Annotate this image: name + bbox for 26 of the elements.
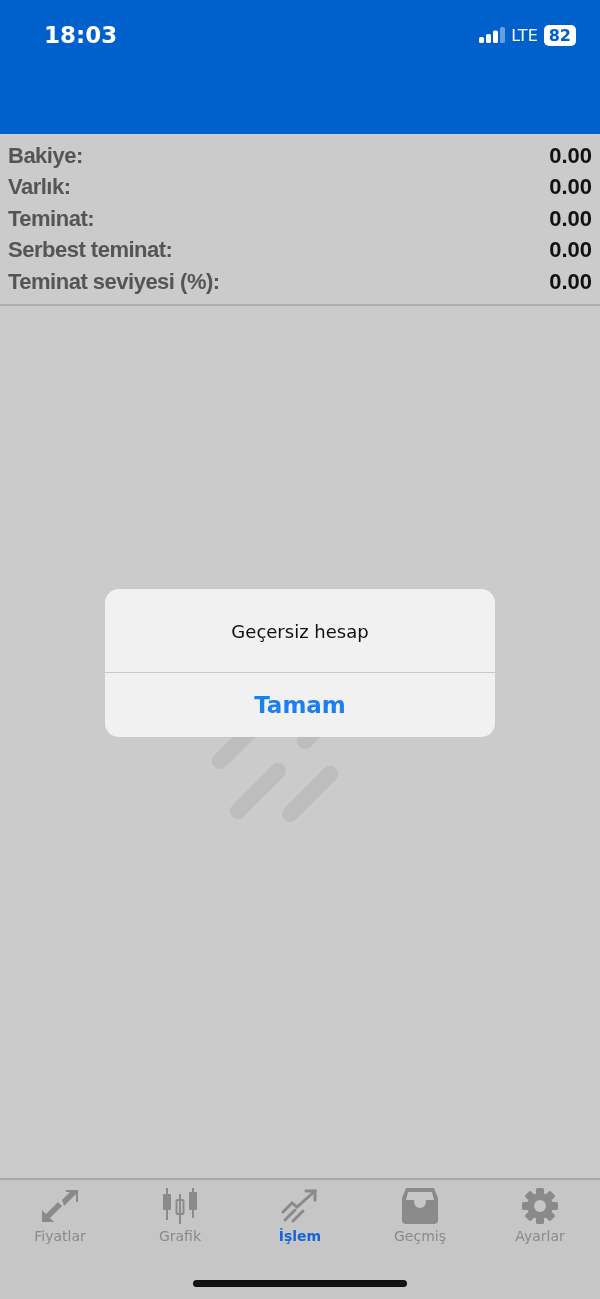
summary-value: 0.00 — [549, 174, 592, 201]
alert-message: Geçersiz hesap — [105, 588, 495, 673]
network-label: LTE — [511, 25, 538, 45]
summary-value: 0.00 — [549, 268, 592, 295]
status-time: 18:03 — [44, 22, 118, 48]
battery-indicator: 82 — [543, 24, 576, 46]
summary-label: Teminat: — [8, 205, 95, 232]
arrows-icon — [40, 1188, 80, 1224]
summary-value: 0.00 — [549, 237, 592, 264]
tab[interactable]: İşlem — [245, 1188, 355, 1244]
trend-arrow-icon — [280, 1188, 320, 1224]
ok-button[interactable]: Tamam — [105, 672, 495, 737]
settings-icon — [521, 1188, 559, 1224]
summary-label: Bakiye: — [8, 142, 83, 169]
inbox-icon — [400, 1188, 440, 1224]
signal-icon — [479, 27, 506, 43]
tab[interactable]: Fiyatlar — [5, 1188, 115, 1244]
summary-label: Serbest teminat: — [8, 237, 173, 264]
tab[interactable]: Grafik — [125, 1188, 235, 1244]
summary-value: 0.00 — [549, 142, 592, 169]
summary-label: Varlık: — [8, 174, 71, 201]
tab[interactable]: Geçmiş — [365, 1188, 475, 1244]
summary-label: Teminat seviyesi (%): — [8, 268, 220, 295]
summary-value: 0.00 — [549, 205, 592, 232]
tab[interactable]: Ayarlar — [485, 1188, 595, 1244]
candlestick-icon — [160, 1188, 200, 1224]
